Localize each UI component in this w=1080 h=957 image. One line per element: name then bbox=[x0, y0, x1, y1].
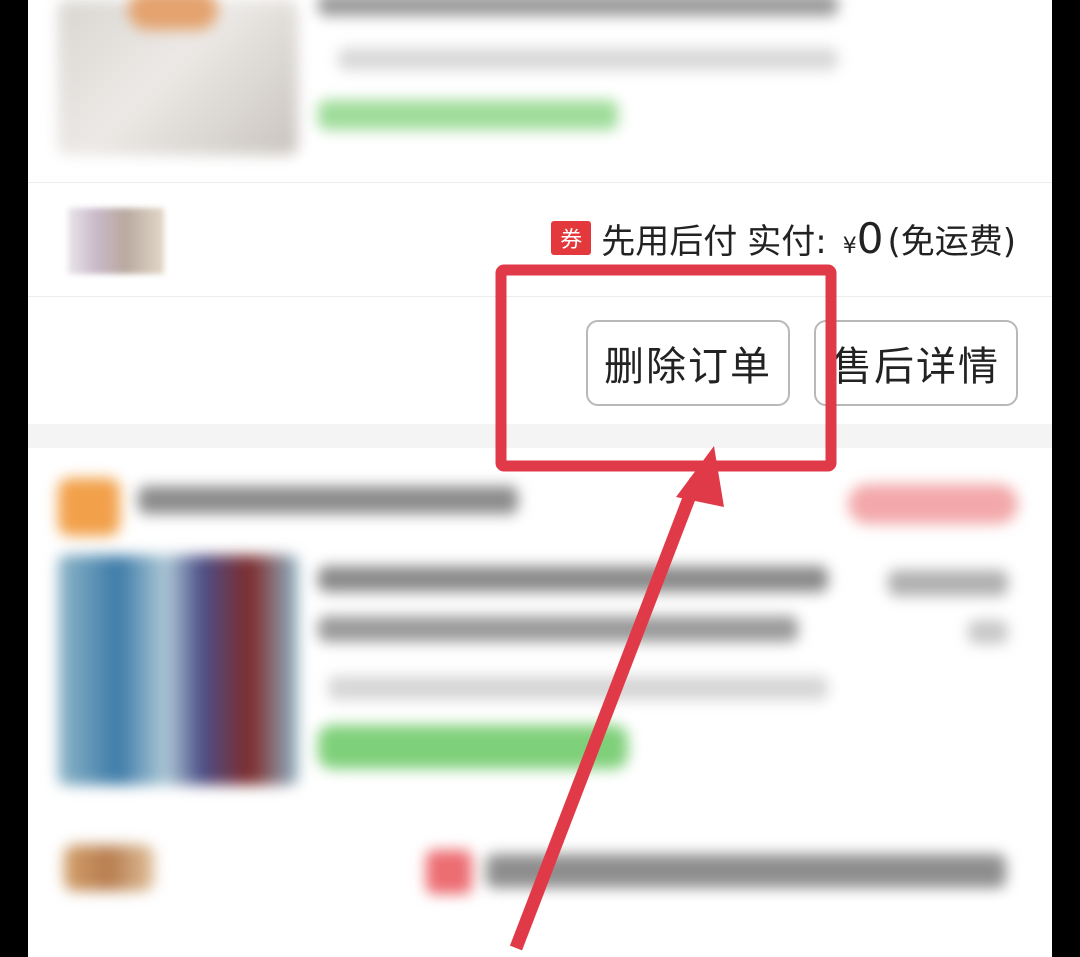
product-qty-line bbox=[968, 620, 1008, 644]
shop-logo-icon[interactable] bbox=[58, 478, 120, 536]
order-separator bbox=[28, 424, 1052, 448]
coupon-badge-icon bbox=[426, 850, 472, 894]
product-thumbnail[interactable] bbox=[58, 0, 298, 155]
product-tag-bar bbox=[318, 725, 628, 769]
product-title-line bbox=[318, 616, 798, 642]
paid-amount: ¥ 0 (免运费) bbox=[837, 214, 1016, 263]
payment-method-label: 先用后付 bbox=[601, 221, 738, 262]
product-title-line bbox=[318, 0, 838, 16]
shipping-note: (免运费) bbox=[887, 221, 1016, 262]
shop-avatar-icon[interactable] bbox=[64, 845, 154, 891]
shop-name-line bbox=[138, 486, 518, 514]
payment-summary-line bbox=[486, 854, 1006, 888]
shop-avatar-icon[interactable] bbox=[68, 208, 164, 274]
coupon-badge-icon: 券 bbox=[551, 221, 592, 255]
product-spec-line bbox=[338, 48, 838, 70]
paid-label: 实付: bbox=[747, 221, 827, 262]
product-thumbnail[interactable] bbox=[58, 555, 298, 785]
product-price-line bbox=[888, 570, 1008, 596]
product-title-line bbox=[318, 566, 828, 592]
amount-value: 0 bbox=[856, 213, 884, 263]
delete-order-button[interactable]: 删除订单 bbox=[586, 320, 790, 406]
product-spec-line bbox=[328, 676, 828, 700]
order-status-badge bbox=[848, 484, 1018, 524]
after-sale-details-button[interactable]: 售后详情 bbox=[814, 320, 1018, 406]
order-list-screen: 券 先用后付 实付: ¥ 0 (免运费) 删除订单 售后详情 bbox=[28, 0, 1052, 957]
payment-summary: 券 先用后付 实付: ¥ 0 (免运费) bbox=[551, 212, 1016, 264]
divider bbox=[28, 296, 1052, 297]
divider bbox=[28, 182, 1052, 183]
currency-symbol: ¥ bbox=[842, 233, 857, 259]
product-tag-bar bbox=[318, 100, 618, 130]
